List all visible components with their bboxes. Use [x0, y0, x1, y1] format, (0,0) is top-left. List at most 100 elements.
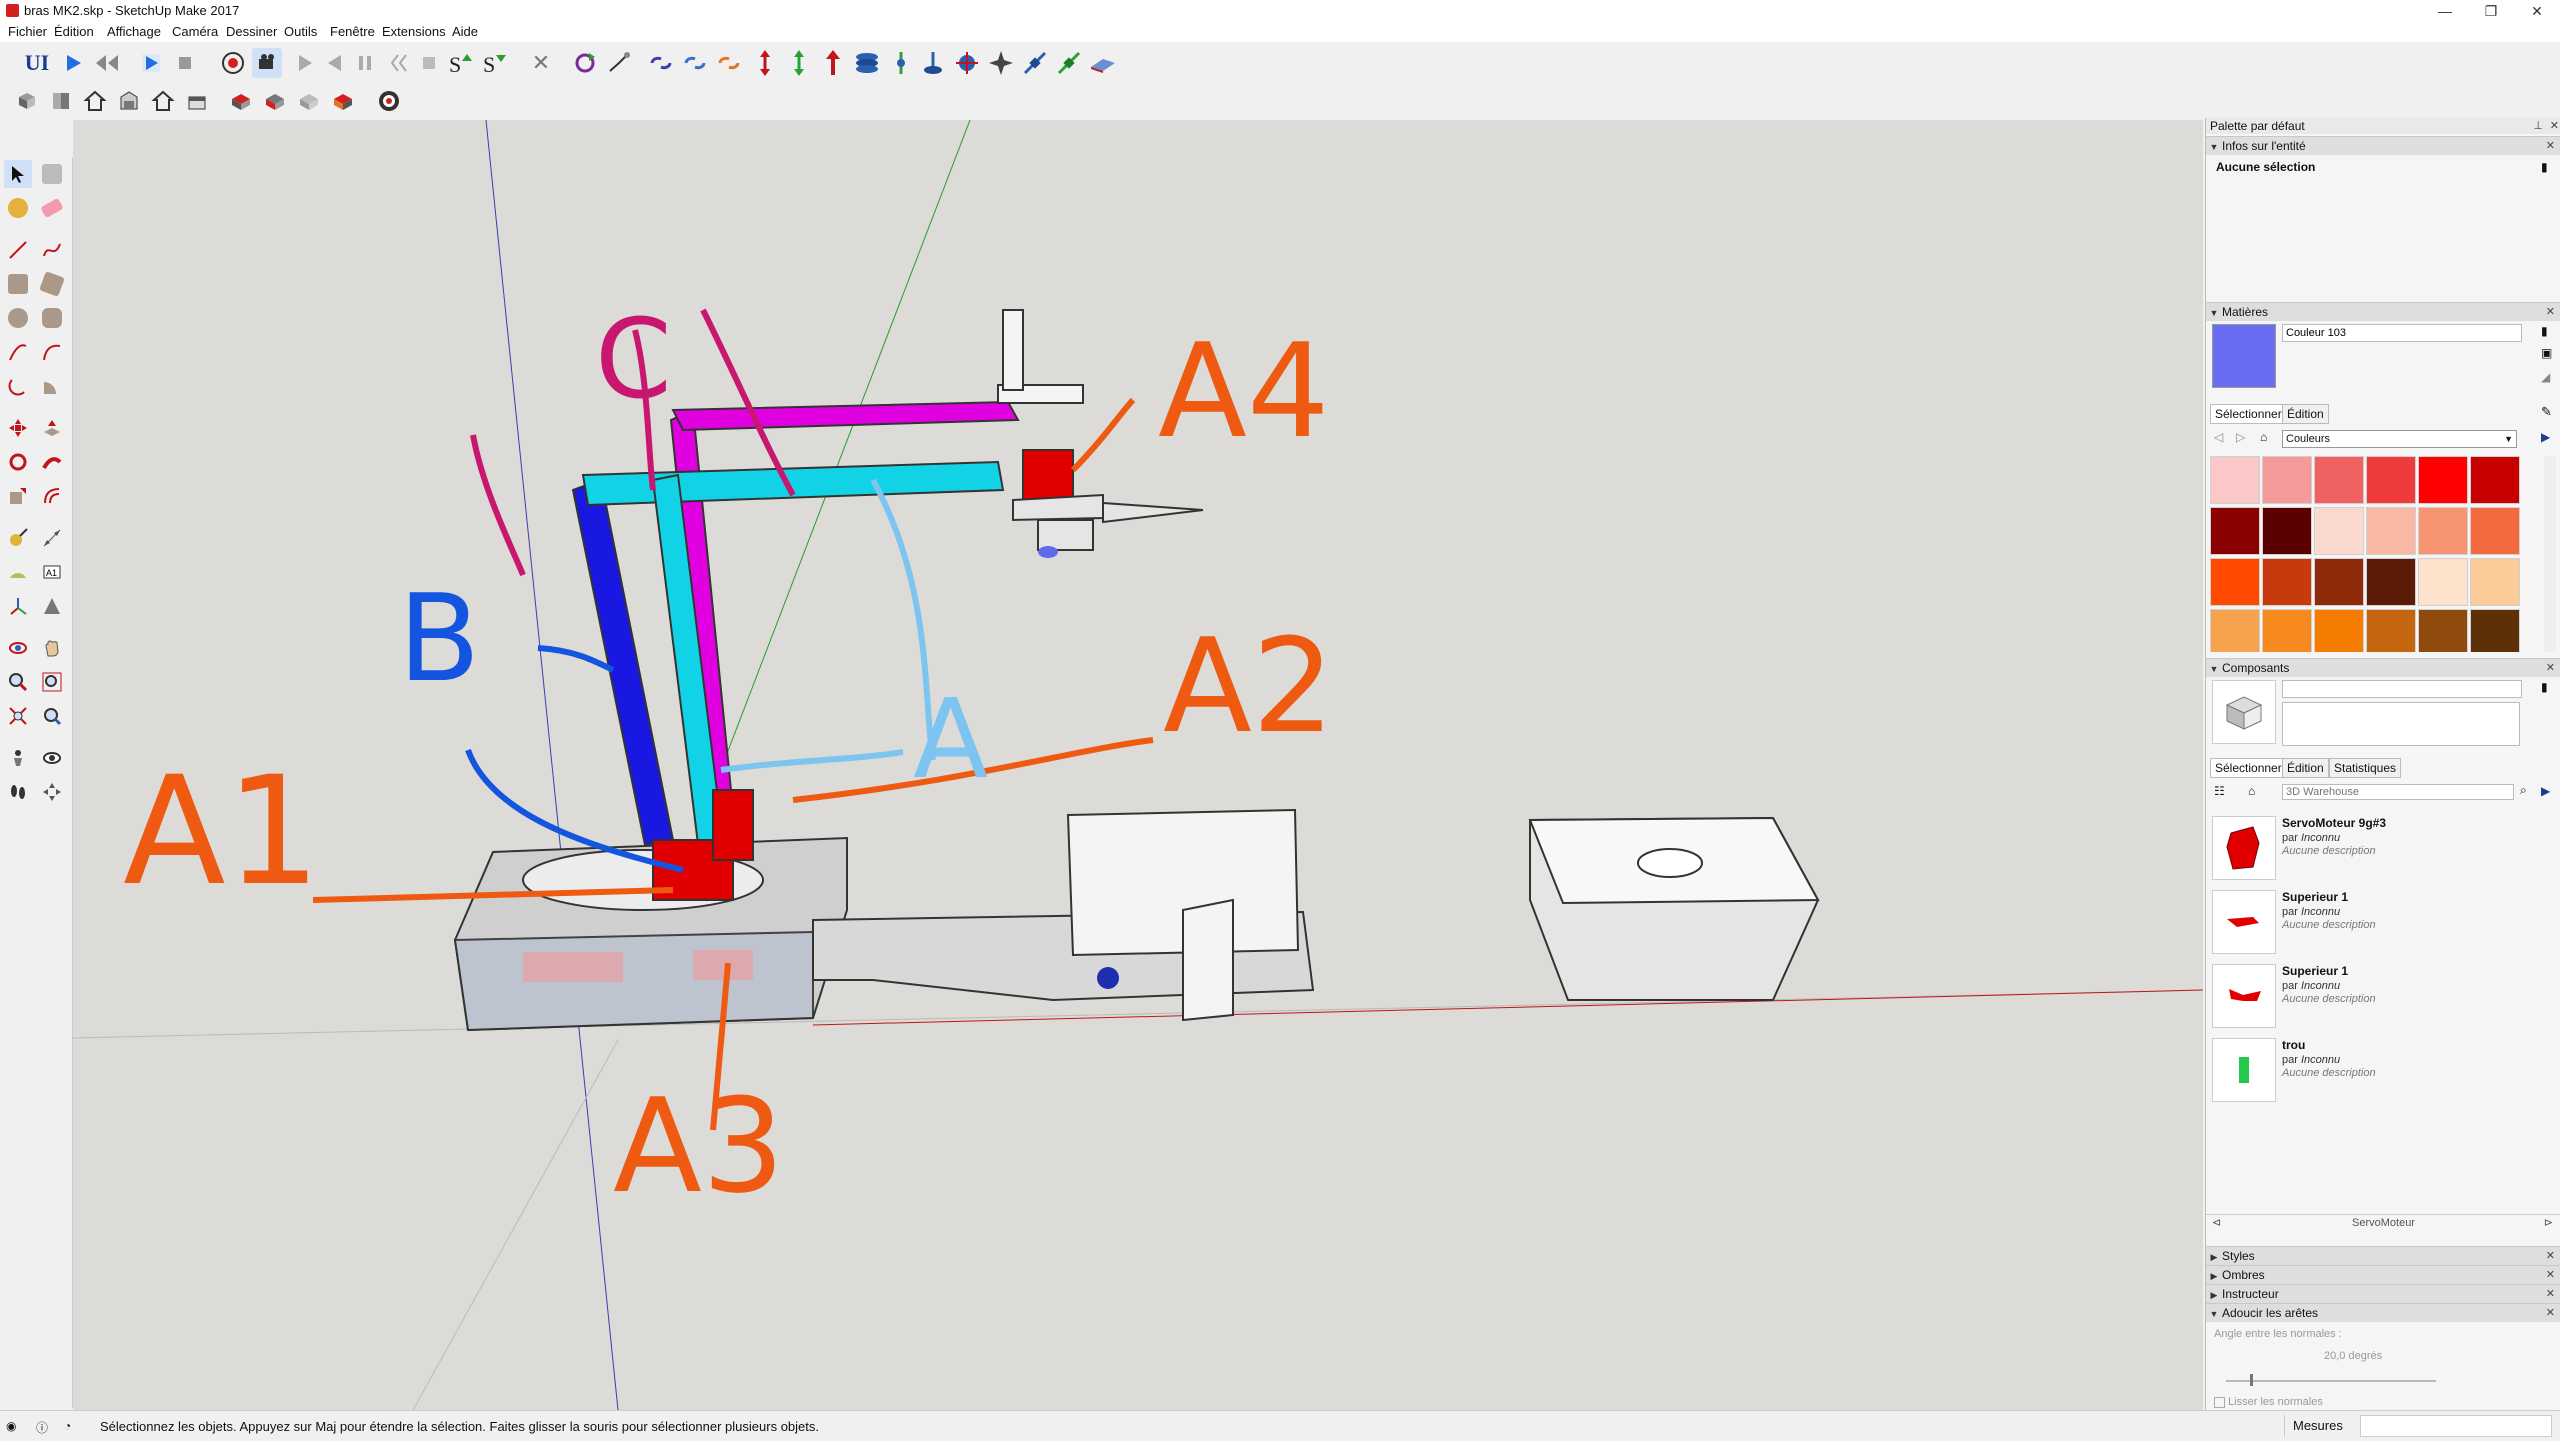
iso-view-icon[interactable] — [12, 86, 42, 116]
material-swatch[interactable] — [2210, 609, 2260, 652]
stop-gray-icon[interactable] — [414, 48, 444, 78]
walk-icon[interactable] — [4, 778, 32, 806]
pan-icon[interactable] — [38, 634, 66, 662]
soften-close-icon[interactable]: ✕ — [2546, 1304, 2555, 1322]
close-button[interactable]: ✕ — [2514, 0, 2560, 22]
entity-info-header[interactable]: ▼ Infos sur l'entité ✕ — [2206, 136, 2560, 155]
entity-info-close-icon[interactable]: ✕ — [2546, 137, 2555, 155]
protractor-icon[interactable] — [4, 558, 32, 586]
line-tool-icon[interactable] — [4, 236, 32, 264]
play-selected-icon[interactable] — [136, 48, 166, 78]
slider-blue-icon[interactable] — [1020, 48, 1050, 78]
instructor-header[interactable]: ▶ Instructeur ✕ — [2206, 1284, 2560, 1303]
pause-icon[interactable] — [350, 48, 380, 78]
entity-info-lock-icon[interactable]: ▮ — [2541, 160, 2548, 174]
polygon-icon[interactable] — [38, 304, 66, 332]
dimension-icon[interactable] — [38, 524, 66, 552]
material-swatch[interactable] — [2314, 456, 2364, 504]
pin-icon[interactable]: ⊥ — [2533, 118, 2543, 134]
components-tab-select[interactable]: Sélectionner — [2210, 758, 2287, 778]
materials-close-icon[interactable]: ✕ — [2546, 303, 2555, 321]
extension-warehouse-icon[interactable] — [374, 86, 404, 116]
material-swatch[interactable] — [2262, 558, 2312, 606]
text-icon[interactable]: A1 — [38, 558, 66, 586]
material-swatch[interactable] — [2470, 558, 2520, 606]
component-item[interactable]: Superieur 1 par Inconnu Aucune descripti… — [2210, 962, 2555, 1030]
rotate-icon[interactable] — [4, 448, 32, 476]
material-swatch[interactable] — [2366, 456, 2416, 504]
link-orange-icon[interactable] — [714, 48, 744, 78]
rotated-rectangle-icon[interactable] — [38, 270, 66, 298]
gear-blue-icon[interactable] — [952, 48, 982, 78]
top-view-icon[interactable] — [46, 86, 76, 116]
maximize-button[interactable]: ❐ — [2468, 0, 2514, 22]
material-default-icon[interactable]: ◢ — [2541, 370, 2550, 384]
material-swatch[interactable] — [2470, 456, 2520, 504]
make-component-icon[interactable] — [38, 160, 66, 188]
right-view-icon[interactable] — [114, 86, 144, 116]
measurements-input[interactable] — [2360, 1415, 2552, 1437]
material-swatch[interactable] — [2366, 609, 2416, 652]
credits-icon[interactable]: ⓘ — [36, 1419, 48, 1436]
components-tab-statistics[interactable]: Statistiques — [2329, 758, 2402, 778]
material-swatch[interactable] — [2262, 456, 2312, 504]
material-swatch[interactable] — [2210, 507, 2260, 555]
push-pull-icon[interactable] — [38, 414, 66, 442]
minimize-button[interactable]: — — [2422, 0, 2468, 22]
material-eyedrop-icon[interactable]: ▮ — [2541, 324, 2548, 338]
materials-tab-select[interactable]: Sélectionner — [2210, 404, 2287, 424]
menu-dessiner[interactable]: Dessiner — [226, 24, 277, 39]
pie-icon[interactable] — [38, 372, 66, 400]
freehand-icon[interactable] — [38, 236, 66, 264]
menu-fichier[interactable]: Fichier — [8, 24, 47, 39]
component-name-input[interactable] — [2282, 680, 2522, 698]
geolocation-icon[interactable]: ◉ — [6, 1419, 16, 1433]
component-details-icon[interactable]: ▮ — [2541, 680, 2548, 694]
camera-record-icon[interactable] — [252, 48, 282, 78]
component-gray-icon[interactable] — [294, 86, 324, 116]
s-up-icon[interactable]: S — [446, 48, 476, 78]
select-tool-icon[interactable] — [4, 160, 32, 188]
material-swatch[interactable] — [2418, 507, 2468, 555]
plate-icon[interactable] — [1088, 48, 1118, 78]
zoom-extents-icon[interactable] — [4, 702, 32, 730]
material-swatch[interactable] — [2262, 507, 2312, 555]
3d-text-icon[interactable] — [38, 592, 66, 620]
play-icon[interactable] — [58, 48, 88, 78]
stop-icon[interactable] — [170, 48, 200, 78]
arrow-vertical-green-icon[interactable] — [784, 48, 814, 78]
instructor-close-icon[interactable]: ✕ — [2546, 1285, 2555, 1303]
three-point-arc-icon[interactable] — [4, 372, 32, 400]
soften-slider-track[interactable] — [2226, 1380, 2436, 1382]
circle-icon[interactable] — [4, 304, 32, 332]
cross-icon[interactable]: ✕ — [526, 48, 556, 78]
materials-forward-icon[interactable]: ▷ — [2236, 430, 2245, 444]
components-close-icon[interactable]: ✕ — [2546, 659, 2555, 677]
user-account-icon[interactable]: ◔ — [64, 1419, 71, 1433]
paint-bucket-icon[interactable] — [4, 194, 32, 222]
soften-slider-thumb[interactable] — [2250, 1374, 2253, 1386]
materials-back-icon[interactable]: ◁ — [2214, 430, 2223, 444]
arc-icon[interactable] — [4, 338, 32, 366]
slider-green-icon[interactable] — [1054, 48, 1084, 78]
arrow-vertical-red-icon[interactable] — [750, 48, 780, 78]
material-swatch[interactable] — [2470, 609, 2520, 652]
footer-right-icon[interactable]: ⊳ — [2544, 1215, 2553, 1231]
styles-close-icon[interactable]: ✕ — [2546, 1247, 2555, 1265]
materials-scrollbar[interactable] — [2544, 456, 2556, 652]
back-view-icon[interactable] — [148, 86, 178, 116]
component-description-input[interactable] — [2282, 702, 2520, 746]
sync-icon[interactable] — [570, 48, 600, 78]
search-icon[interactable]: ⌕ — [2520, 783, 2527, 798]
components-details-arrow-icon[interactable]: ▶ — [2541, 784, 2550, 798]
axes-icon[interactable] — [4, 592, 32, 620]
offset-icon[interactable] — [38, 482, 66, 510]
component-multi-icon[interactable] — [328, 86, 358, 116]
component-item[interactable]: ServoMoteur 9g#3 par Inconnu Aucune desc… — [2210, 814, 2555, 882]
menu-aide[interactable]: Aide — [452, 24, 478, 39]
tray-close-icon[interactable]: ✕ — [2550, 118, 2559, 134]
joint-blue-icon[interactable] — [918, 48, 948, 78]
material-create-icon[interactable]: ▣ — [2541, 346, 2552, 360]
arrow-up-red-icon[interactable] — [818, 48, 848, 78]
material-swatch[interactable] — [2314, 558, 2364, 606]
